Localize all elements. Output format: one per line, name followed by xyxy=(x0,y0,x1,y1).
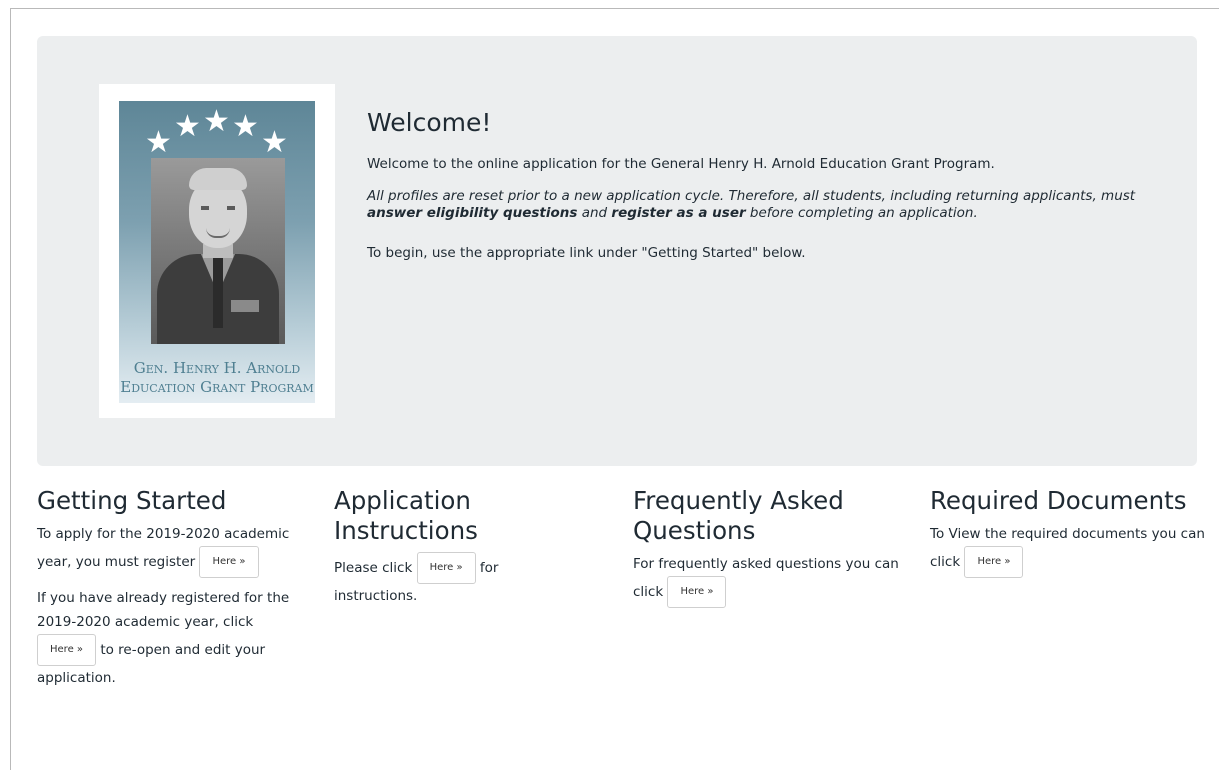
program-logo-card: ★ ★ ★ ★ ★ Gen. Henry H. Arnold Education… xyxy=(99,84,335,418)
documents-paragraph: To View the required documents you can c… xyxy=(930,522,1210,578)
page-border-left xyxy=(10,8,11,770)
register-emphasis: register as a user xyxy=(611,204,746,221)
notice-text: and xyxy=(577,204,612,221)
instructions-text: Please click xyxy=(334,560,413,576)
welcome-title: Welcome! xyxy=(367,108,492,137)
getting-started-section: Getting Started To apply for the 2019-20… xyxy=(37,486,309,698)
instructions-here-button[interactable]: Here » xyxy=(416,552,476,584)
faq-paragraph: For frequently asked questions you can c… xyxy=(633,552,903,608)
star-icon: ★ xyxy=(203,104,230,139)
register-here-button[interactable]: Here » xyxy=(199,546,259,578)
documents-here-button[interactable]: Here » xyxy=(964,546,1024,578)
faq-title: Frequently Asked Questions xyxy=(633,486,844,545)
reopen-paragraph: If you have already registered for the 2… xyxy=(37,586,309,690)
faq-section: Frequently Asked Questions For frequentl… xyxy=(633,486,903,616)
program-logo-caption: Gen. Henry H. Arnold Education Grant Pro… xyxy=(119,359,315,397)
caption-line: Education Grant Program xyxy=(120,378,314,396)
star-icon: ★ xyxy=(145,125,172,160)
application-instructions-section: Application Instructions Please click He… xyxy=(334,486,584,616)
register-paragraph: To apply for the 2019-2020 academic year… xyxy=(37,522,309,578)
instructions-paragraph: Please click Here » for instructions. xyxy=(334,552,584,608)
star-icon: ★ xyxy=(232,109,259,144)
page-border-top xyxy=(10,8,1219,9)
general-arnold-portrait xyxy=(151,158,285,344)
required-documents-section: Required Documents To View the required … xyxy=(930,486,1210,586)
getting-started-title: Getting Started xyxy=(37,486,227,515)
faq-here-button[interactable]: Here » xyxy=(667,576,727,608)
notice-text: All profiles are reset prior to a new ap… xyxy=(367,188,1136,204)
reopen-text: If you have already registered for the 2… xyxy=(37,590,290,630)
required-documents-title: Required Documents xyxy=(930,486,1187,515)
welcome-jumbotron: ★ ★ ★ ★ ★ Gen. Henry H. Arnold Education… xyxy=(37,36,1197,466)
application-instructions-title: Application Instructions xyxy=(334,486,478,545)
reopen-here-button[interactable]: Here » xyxy=(37,634,97,666)
notice-text: before completing an application. xyxy=(745,204,978,221)
program-logo: ★ ★ ★ ★ ★ Gen. Henry H. Arnold Education… xyxy=(119,101,315,403)
eligibility-emphasis: answer eligibility questions xyxy=(367,204,578,221)
caption-line: Gen. Henry H. Arnold xyxy=(133,359,301,377)
star-icon: ★ xyxy=(261,125,288,160)
begin-instructions: To begin, use the appropriate link under… xyxy=(367,245,806,261)
star-icon: ★ xyxy=(174,109,201,144)
reset-notice: All profiles are reset prior to a new ap… xyxy=(367,188,1177,221)
welcome-intro: Welcome to the online application for th… xyxy=(367,156,995,172)
